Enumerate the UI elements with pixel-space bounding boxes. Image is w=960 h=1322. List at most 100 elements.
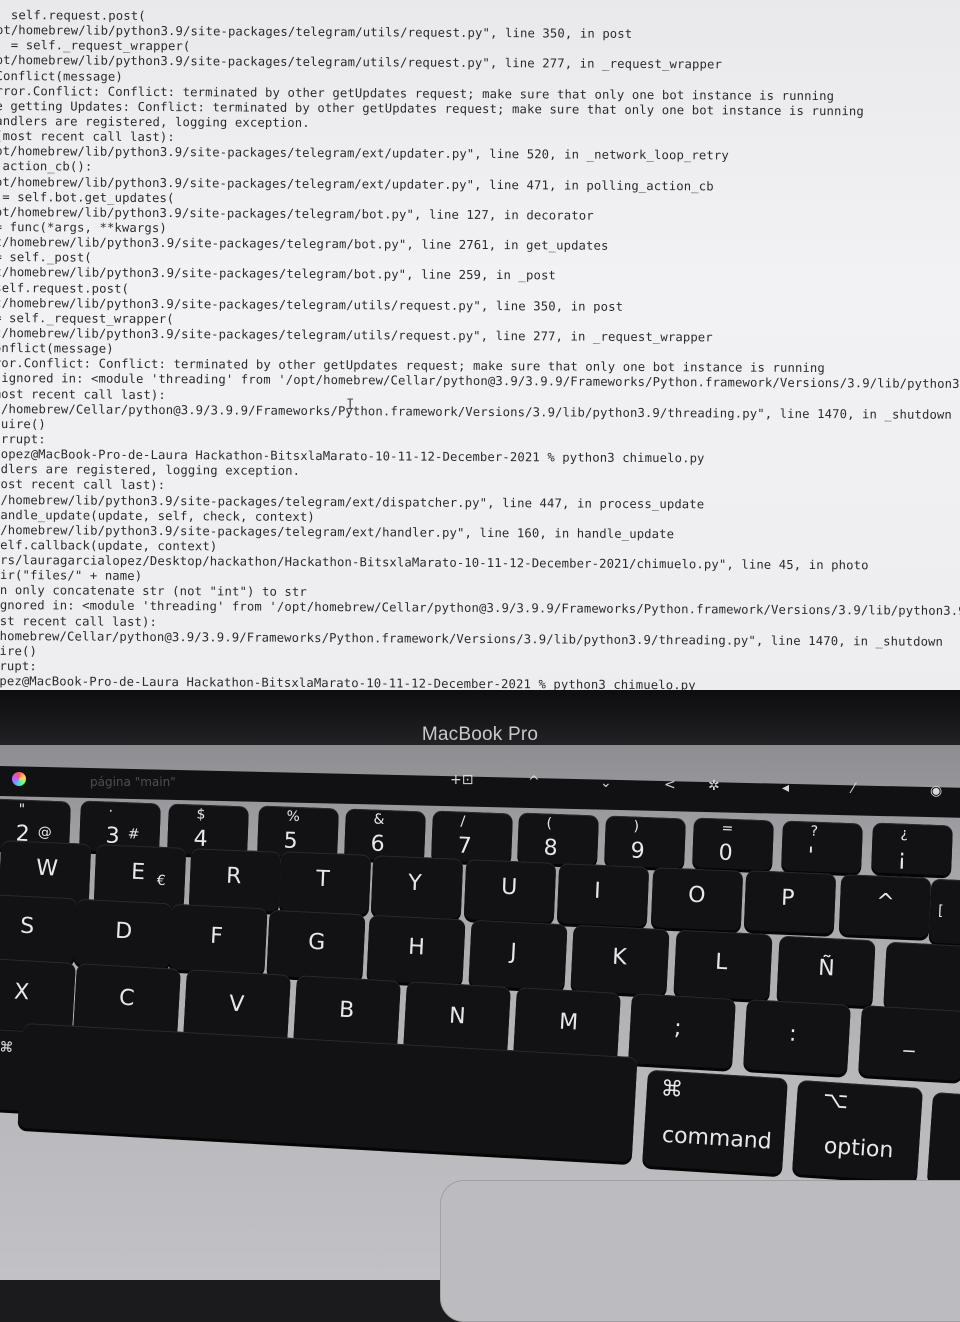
key-d-label: D — [114, 918, 133, 945]
key-ñ[interactable]: Ñ — [776, 935, 876, 1006]
color-picker-icon[interactable] — [12, 772, 26, 786]
key-option[interactable]: ⌥ option — [792, 1079, 923, 1183]
key-i[interactable]: I — [556, 862, 650, 927]
key-v-label: V — [228, 991, 245, 1018]
key-9-label: ) — [633, 818, 640, 835]
key-e[interactable]: E € — [93, 843, 187, 908]
laptop-screen: self.request.post(pt/homebrew/lib/python… — [0, 0, 960, 705]
key-x-label: X — [13, 979, 30, 1006]
key-ñ-label: Ñ — [817, 955, 836, 981]
key-p-label: P — [780, 886, 795, 912]
key-punct-6-label: ; — [673, 1015, 683, 1041]
key-d[interactable]: D — [73, 898, 173, 970]
key-k-label: K — [611, 944, 628, 971]
key-11-label: ' — [807, 843, 815, 869]
key-command[interactable]: ⌘ command — [642, 1069, 788, 1175]
key-8-label: ( — [546, 815, 553, 833]
key-r-label: R — [225, 863, 242, 889]
key-3-label: · — [108, 803, 114, 821]
key-c-label: C — [118, 985, 136, 1012]
key-o-label: O — [687, 882, 706, 908]
key-punct-6[interactable]: ; — [628, 993, 736, 1069]
key-e-label: € — [156, 872, 167, 889]
bezel-brand-label: MacBook Pro — [421, 724, 539, 745]
key-punct-8-label: _ — [903, 1027, 916, 1054]
key-j-label: J — [509, 939, 518, 965]
key-l[interactable]: L — [673, 930, 773, 1001]
key-g[interactable]: G — [266, 909, 366, 980]
key-6-label: 6 — [370, 831, 386, 857]
key-x[interactable]: X — [0, 957, 76, 1033]
text-cursor-icon: I — [346, 397, 355, 413]
volume-icon[interactable]: ◂ — [782, 780, 789, 796]
key-r[interactable]: R — [188, 847, 282, 912]
key-12-label: ¡ — [897, 845, 907, 871]
key-7-label: 7 — [457, 833, 473, 859]
key-^-label: ^ — [875, 889, 896, 916]
key-p[interactable]: P — [743, 870, 837, 935]
key-8[interactable]: 8( — [517, 812, 599, 866]
key-bracket[interactable]: [ — [928, 878, 960, 946]
key-arrow-left[interactable] — [926, 1092, 960, 1186]
key-g-label: G — [307, 929, 326, 956]
key-5-label: 5 — [283, 828, 299, 855]
key-u-label: U — [500, 874, 518, 901]
key-h[interactable]: H — [366, 914, 466, 986]
key-8-label: 8 — [543, 835, 559, 862]
key-4-label: $ — [196, 806, 206, 823]
key-punct-7-label: : — [788, 1021, 798, 1047]
key-bracket-label: [ — [937, 903, 944, 920]
key-6-label: & — [373, 811, 385, 828]
key-option-label: option — [823, 1133, 895, 1164]
brightness-icon[interactable]: ✲ — [708, 778, 720, 794]
key-10[interactable]: 0 = — [692, 817, 774, 871]
chevron-up-icon[interactable]: ^ — [528, 774, 540, 790]
key-10-label: = — [721, 820, 734, 838]
key-t[interactable]: T — [278, 851, 372, 916]
key-h-label: H — [407, 934, 426, 961]
key-option-label: ⌥ — [822, 1087, 850, 1115]
key-2-label: " — [18, 801, 26, 818]
key-12[interactable]: ¡ ¿ — [871, 822, 953, 876]
key-m-label: M — [558, 1009, 579, 1036]
key-s[interactable]: S — [0, 893, 78, 965]
key-10-label: 0 — [718, 840, 734, 867]
terminal-output: self.request.post(pt/homebrew/lib/python… — [0, 8, 960, 695]
key-e-label: E — [130, 859, 146, 885]
key-3-label: # — [127, 826, 140, 844]
key-n-label: N — [448, 1003, 467, 1030]
key-9-label: 9 — [630, 838, 646, 864]
key-punct-8[interactable]: _ — [858, 1005, 960, 1081]
key-u[interactable]: U — [463, 859, 557, 923]
key-7[interactable]: 7/ — [431, 810, 513, 864]
key-6[interactable]: 6 & — [344, 808, 426, 862]
chevron-down-icon[interactable]: ⌄ — [600, 775, 612, 791]
key-punct-7[interactable]: : — [743, 999, 851, 1075]
key-acute[interactable] — [883, 941, 960, 1013]
key-k[interactable]: K — [570, 924, 670, 996]
key-f[interactable]: F — [168, 904, 268, 975]
key-^[interactable]: ^ — [838, 874, 932, 939]
key-w-label: W — [35, 855, 59, 882]
key-7-label: / — [460, 813, 466, 830]
key-9[interactable]: 9) — [604, 815, 686, 869]
key-j[interactable]: J — [468, 919, 568, 991]
siri-icon[interactable]: ◉ — [930, 783, 942, 799]
key-s-label: S — [19, 913, 35, 940]
key-i-label: I — [593, 878, 602, 904]
trackpad[interactable] — [440, 1180, 960, 1322]
chevron-left-icon[interactable]: < — [664, 777, 676, 793]
key-t-label: T — [315, 867, 331, 893]
key-12-label: ¿ — [900, 825, 909, 842]
key-o[interactable]: O — [650, 866, 744, 931]
mute-icon[interactable]: ⁄ — [852, 781, 854, 797]
key-l-label: L — [714, 950, 728, 976]
key-11-label: ? — [810, 823, 819, 840]
key-y-label: Y — [407, 870, 423, 897]
key-5-label: % — [286, 808, 301, 826]
key-11[interactable]: '? — [781, 820, 863, 874]
bookmark-add-icon[interactable]: +⊡ — [450, 772, 473, 788]
key-2-label: @ — [37, 824, 53, 841]
key-y[interactable]: Y — [370, 855, 464, 920]
key-f-label: F — [209, 924, 224, 950]
